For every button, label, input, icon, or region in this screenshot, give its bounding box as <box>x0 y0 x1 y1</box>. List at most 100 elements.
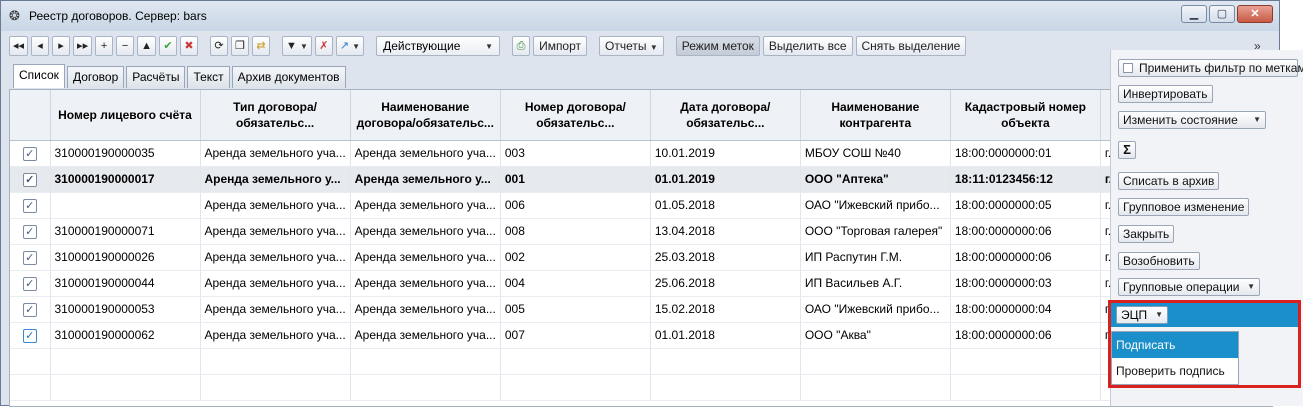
row-checkbox-cell: ✓ <box>10 322 51 349</box>
cell-name: Аренда земельного уча... <box>350 140 501 167</box>
row-checkbox[interactable]: ✓ <box>22 224 37 239</box>
column-header-date[interactable]: Дата договора/обязательс... <box>650 90 801 141</box>
close-contract-button[interactable]: Закрыть <box>1118 225 1175 243</box>
filter-icon[interactable]: ▼ ▼ <box>281 36 312 56</box>
row-checkbox[interactable]: ✓ <box>22 276 37 291</box>
cell-date: 15.02.2018 <box>650 296 801 323</box>
tab-text[interactable]: Текст <box>187 66 230 88</box>
cell-cadastre: 18:00:0000000:04 <box>950 296 1101 323</box>
apply-filter-checkbox[interactable] <box>1123 63 1133 73</box>
last-record-button[interactable]: ▸▸ <box>73 36 93 56</box>
cell-number: 001 <box>500 166 651 193</box>
column-header-contractor[interactable]: Наименование контрагента <box>800 90 951 141</box>
cell-number: 004 <box>500 270 651 297</box>
tab-documents-archive[interactable]: Архив документов <box>231 66 346 88</box>
row-checkbox[interactable]: ✓ <box>22 328 37 343</box>
prev-record-button[interactable]: ◂ <box>31 36 50 56</box>
next-record-button[interactable]: ▸ <box>52 36 71 56</box>
sum-button[interactable]: Σ <box>1118 141 1136 159</box>
group-operations-combo[interactable]: Групповые операции ▼ <box>1118 278 1260 296</box>
archive-button[interactable]: Списать в архив <box>1118 172 1220 190</box>
cell-type: Аренда земельного уча... <box>200 218 351 245</box>
delete-record-button[interactable]: − <box>116 36 135 56</box>
row-checkbox[interactable]: ✓ <box>22 146 37 161</box>
tab-list[interactable]: Список <box>13 64 65 88</box>
cell-number: 008 <box>500 218 651 245</box>
import-button[interactable]: Импорт <box>533 36 588 56</box>
invert-button[interactable]: Инвертировать <box>1118 85 1213 103</box>
cell-contractor: ОАО "Ижевский прибо... <box>800 296 951 323</box>
change-state-label: Изменить состояние <box>1123 113 1238 127</box>
row-checkbox-cell: ✓ <box>10 296 51 323</box>
group-change-button[interactable]: Групповое изменение <box>1118 198 1250 216</box>
row-checkbox[interactable]: ✓ <box>22 250 37 265</box>
cancel-icon[interactable]: ✖ <box>179 36 198 56</box>
tab-contract[interactable]: Договор <box>66 66 125 88</box>
status-filter-combo[interactable]: Действующие ▼ <box>376 36 501 56</box>
chevron-down-icon: ▼ <box>485 41 494 51</box>
row-checkbox-cell: ✓ <box>10 218 51 245</box>
table-row[interactable]: ✓ 310000190000026 Аренда земельного уча.… <box>10 244 1161 271</box>
mark-mode-button[interactable]: Режим меток <box>675 36 760 56</box>
cell-type: Аренда земельного у... <box>200 166 351 193</box>
table-row[interactable]: ✓ 310000190000035 Аренда земельного уча.… <box>10 140 1161 167</box>
first-record-button[interactable]: ◂◂ <box>9 36 29 56</box>
chevron-down-icon: ▼ <box>1247 282 1255 291</box>
toolbar: ◂◂ ◂ ▸ ▸▸ + − ▲ ✔ ✖ ⟳ ❐ ⇄ ▼ ▼ ✗ ↗ ▼ Дейс… <box>9 35 967 57</box>
table-row[interactable]: ✓ 310000190000053 Аренда земельного уча.… <box>10 296 1161 323</box>
add-record-button[interactable]: + <box>95 36 114 56</box>
cell-type: Аренда земельного уча... <box>200 244 351 271</box>
cell-date: 25.06.2018 <box>650 270 801 297</box>
cell-number: 007 <box>500 322 651 349</box>
row-checkbox[interactable]: ✓ <box>22 302 37 317</box>
group-operations-label: Групповые операции <box>1123 280 1240 294</box>
row-checkbox[interactable]: ✓ <box>22 198 37 213</box>
maximize-button[interactable]: ▢ <box>1209 5 1235 23</box>
apply-filter-by-marks-button[interactable]: Применить фильтр по меткам <box>1118 59 1303 77</box>
row-checkbox-cell: ✓ <box>10 244 51 271</box>
cell-account: 310000190000071 <box>50 218 201 245</box>
resume-button[interactable]: Возобновить <box>1118 252 1200 270</box>
table-row[interactable]: ✓ 310000190000044 Аренда земельного уча.… <box>10 270 1161 297</box>
cell-cadastre: 18:11:0123456:12 <box>950 166 1101 193</box>
table-row[interactable]: ✓ 310000190000062 Аренда земельного уча.… <box>10 322 1161 349</box>
table-row[interactable]: ✓ 310000190000071 Аренда земельного уча.… <box>10 218 1161 245</box>
table-row-current[interactable]: ✓ 310000190000017 Аренда земельного у...… <box>10 166 1161 193</box>
cell-date: 01.01.2019 <box>650 166 801 193</box>
cell-name: Аренда земельного уча... <box>350 270 501 297</box>
column-header-cadastre[interactable]: Кадастровый номер объекта <box>950 90 1101 141</box>
goto-glyph: ↗ <box>339 40 350 52</box>
row-checkbox[interactable]: ✓ <box>22 172 37 187</box>
column-header-account[interactable]: Номер лицевого счёта <box>50 90 201 141</box>
cell-name: Аренда земельного уча... <box>350 244 501 271</box>
transfer-icon[interactable]: ⇄ <box>251 36 270 56</box>
select-all-button[interactable]: Выделить все <box>762 36 853 56</box>
column-header-number[interactable]: Номер договора/обязательс... <box>500 90 651 141</box>
cell-type: Аренда земельного уча... <box>200 140 351 167</box>
reports-button[interactable]: Отчеты ▼ <box>599 36 664 56</box>
confirm-icon[interactable]: ✔ <box>158 36 177 56</box>
checkbox-column-header[interactable] <box>10 90 51 141</box>
move-up-button[interactable]: ▲ <box>137 36 156 56</box>
change-state-combo[interactable]: Изменить состояние ▼ <box>1118 111 1266 129</box>
column-header-name[interactable]: Наименование договора/обязательс... <box>350 90 501 141</box>
red-highlight-frame <box>1108 300 1301 388</box>
print-icon[interactable]: ⎙ <box>512 36 531 56</box>
close-window-button[interactable]: ✕ <box>1237 5 1273 23</box>
copy-icon[interactable]: ❐ <box>230 36 249 56</box>
contracts-grid: Номер лицевого счёта Тип договора/обязат… <box>9 89 1273 407</box>
goto-icon[interactable]: ↗ ▼ <box>335 36 365 56</box>
clear-selection-button[interactable]: Снять выделение <box>855 36 967 56</box>
tab-calculations[interactable]: Расчёты <box>126 66 186 88</box>
column-header-type[interactable]: Тип договора/обязательс... <box>200 90 351 141</box>
filter-glyph: ▼ <box>285 40 297 52</box>
refresh-icon[interactable]: ⟳ <box>209 36 228 56</box>
minimize-button[interactable]: ▁ <box>1181 5 1207 23</box>
cell-type: Аренда земельного уча... <box>200 270 351 297</box>
cell-type: Аренда земельного уча... <box>200 192 351 219</box>
title-bar: ❂ Реестр договоров. Сервер: bars ▁ ▢ ✕ <box>1 1 1279 31</box>
row-checkbox-cell: ✓ <box>10 192 51 219</box>
clear-filter-icon[interactable]: ✗ <box>314 36 333 56</box>
main-window: ❂ Реестр договоров. Сервер: bars ▁ ▢ ✕ ◂… <box>0 0 1280 407</box>
table-row[interactable]: ✓ Аренда земельного уча... Аренда земель… <box>10 192 1161 219</box>
